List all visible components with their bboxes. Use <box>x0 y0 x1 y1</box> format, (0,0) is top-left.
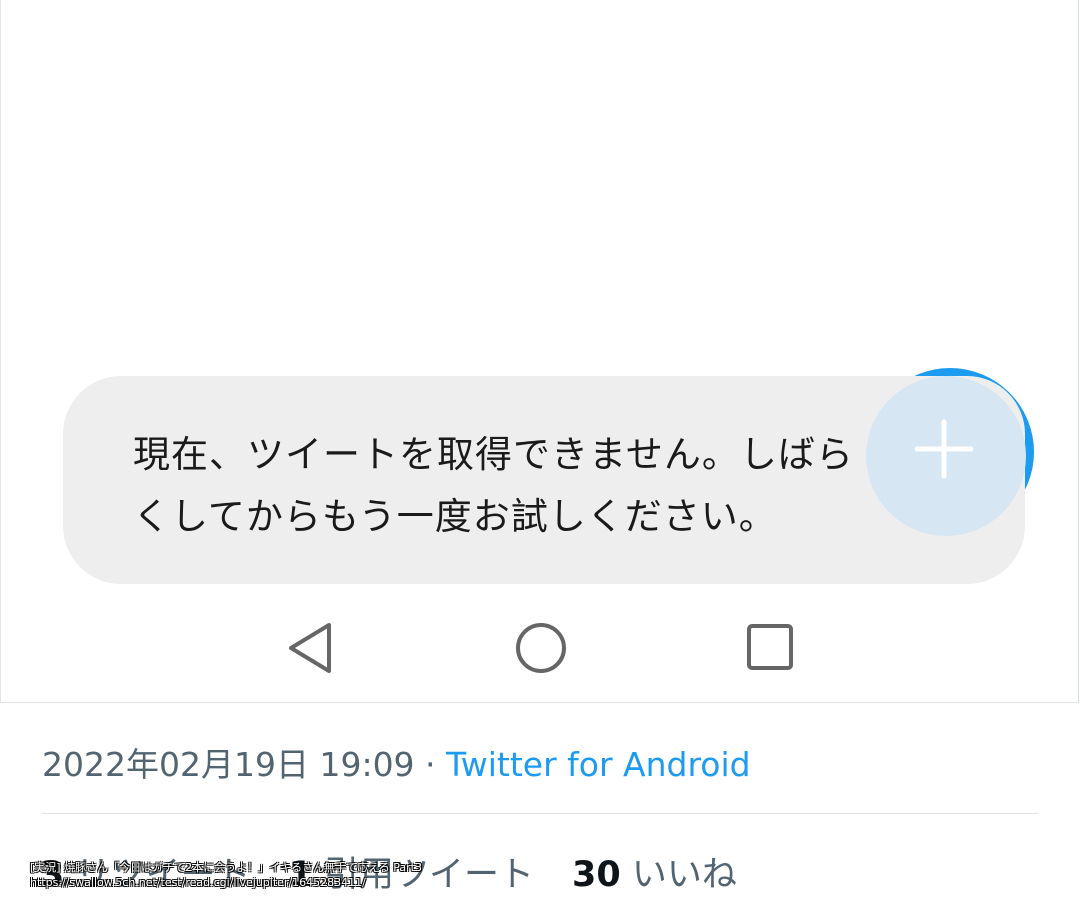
divider <box>42 813 1038 814</box>
square-recent-icon[interactable] <box>746 623 794 671</box>
tweet-meta: 2022年02月19日 19:09 · Twitter for Android <box>42 738 751 786</box>
likes-count: 30 <box>572 855 621 895</box>
likes-label: いいね <box>631 855 737 895</box>
watermark-url: https://swallow.5ch.net/test/read.cgi/li… <box>30 876 366 889</box>
tweet-datetime[interactable]: 2022年02月19日 19:09 <box>42 745 415 784</box>
embedded-screenshot: 現在、ツイートを取得できません。しばら くしてからもう一度お試しください。 <box>0 0 1079 703</box>
plus-icon[interactable] <box>913 418 975 480</box>
toast-message: 現在、ツイートを取得できません。しばら くしてからもう一度お試しください。 <box>133 433 854 538</box>
triangle-back-icon[interactable] <box>285 621 335 675</box>
likes-stat[interactable]: 30 いいね <box>572 855 737 895</box>
watermark: [実況] 焼豚さん「今日はガチで2本に会うよ！」イキるさん無手で応える Part… <box>30 860 422 890</box>
watermark-title: [実況] 焼豚さん「今日はガチで2本に会うよ！」イキるさん無手で応える Part… <box>30 861 422 874</box>
meta-separator: · <box>414 745 447 784</box>
android-nav-bar <box>1 605 1080 695</box>
tweet-source-link[interactable]: Twitter for Android <box>446 745 751 784</box>
circle-home-icon[interactable] <box>514 621 568 675</box>
